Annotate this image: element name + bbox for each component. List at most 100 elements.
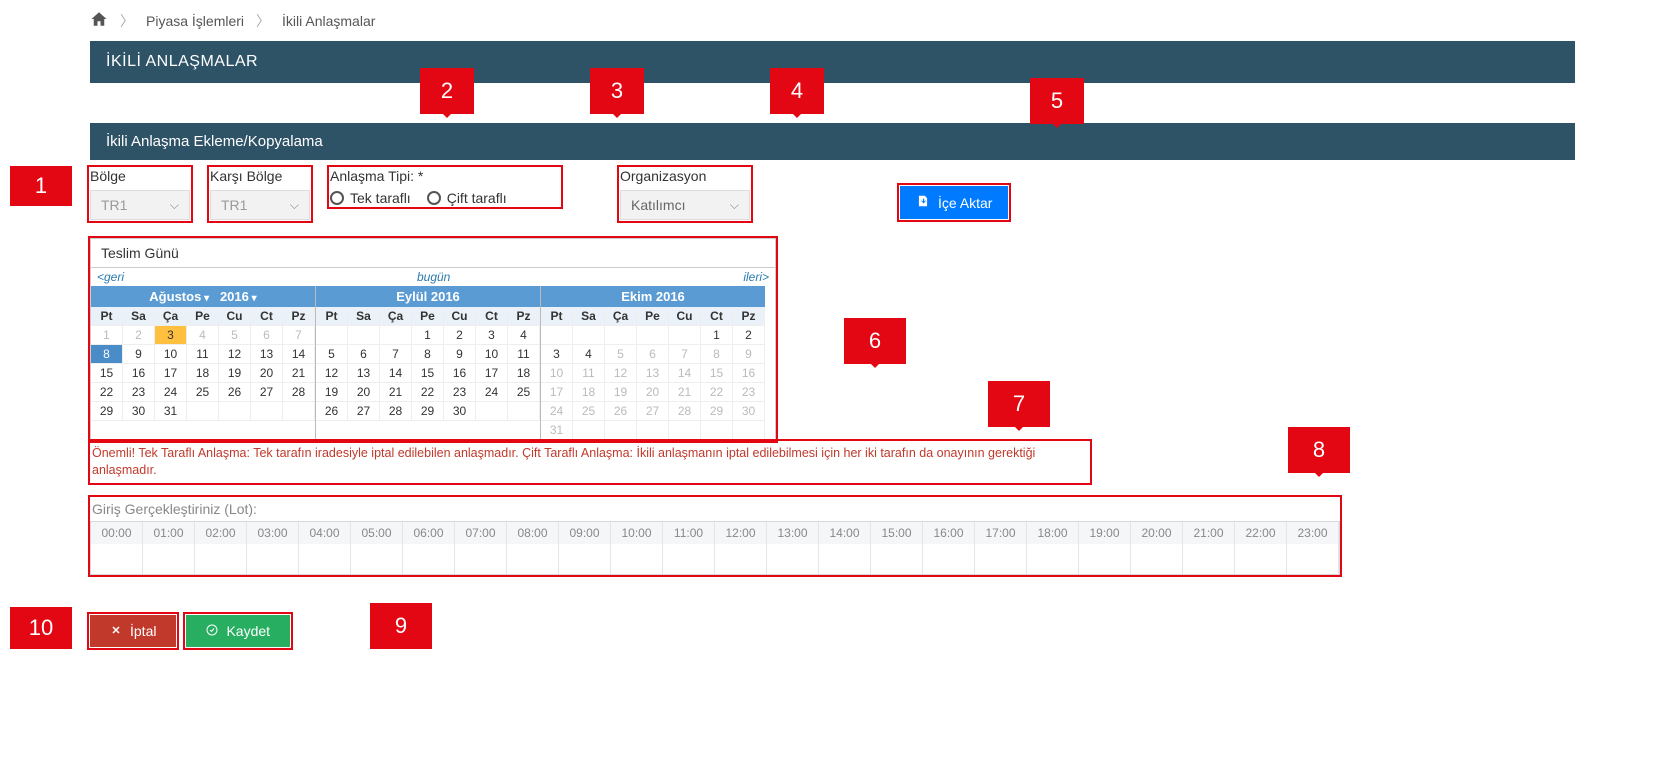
calendar-day[interactable]: 31 — [155, 402, 187, 421]
calendar-day[interactable]: 16 — [733, 364, 765, 383]
calendar-day[interactable]: 5 — [605, 345, 637, 364]
calendar-day[interactable]: 27 — [348, 402, 380, 421]
lot-hour-cell[interactable] — [403, 544, 455, 574]
calendar-day[interactable]: 29 — [91, 402, 123, 421]
calendar-day[interactable]: 24 — [541, 402, 573, 421]
calendar-day[interactable]: 23 — [733, 383, 765, 402]
lot-hour-cell[interactable] — [663, 544, 715, 574]
lot-hour-cell[interactable] — [455, 544, 507, 574]
calendar-day[interactable]: 25 — [508, 383, 540, 402]
calendar-day[interactable]: 21 — [380, 383, 412, 402]
calendar-day[interactable]: 23 — [444, 383, 476, 402]
calendar-day[interactable]: 6 — [251, 326, 283, 345]
calendar-day[interactable]: 22 — [701, 383, 733, 402]
calendar-day[interactable]: 12 — [219, 345, 251, 364]
lot-hour-cell[interactable] — [1235, 544, 1287, 574]
calendar-day[interactable]: 18 — [508, 364, 540, 383]
calendar-day[interactable]: 10 — [541, 364, 573, 383]
lot-hour-cell[interactable] — [1079, 544, 1131, 574]
calendar-day[interactable]: 18 — [187, 364, 219, 383]
calendar-day[interactable]: 13 — [251, 345, 283, 364]
calendar-day[interactable]: 22 — [412, 383, 444, 402]
calendar-day[interactable]: 13 — [637, 364, 669, 383]
calendar-day[interactable]: 4 — [573, 345, 605, 364]
calendar-day[interactable]: 8 — [701, 345, 733, 364]
lot-hour-cell[interactable] — [1183, 544, 1235, 574]
calendar-day[interactable]: 19 — [316, 383, 348, 402]
calendar-day[interactable]: 7 — [669, 345, 701, 364]
calendar-day[interactable]: 2 — [444, 326, 476, 345]
calendar-day[interactable]: 2 — [733, 326, 765, 345]
breadcrumb-item-2[interactable]: İkili Anlaşmalar — [282, 13, 375, 29]
calendar-day[interactable]: 5 — [316, 345, 348, 364]
calendar-day[interactable]: 28 — [669, 402, 701, 421]
calendar-day[interactable]: 11 — [573, 364, 605, 383]
calendar-day[interactable]: 7 — [380, 345, 412, 364]
lot-hour-cell[interactable] — [715, 544, 767, 574]
calendar-day[interactable]: 9 — [123, 345, 155, 364]
radio-double-side[interactable]: Çift taraflı — [427, 190, 507, 206]
calendar-day[interactable]: 20 — [251, 364, 283, 383]
save-button[interactable]: Kaydet — [186, 615, 290, 647]
calendar-day[interactable]: 19 — [605, 383, 637, 402]
calendar-day[interactable]: 31 — [541, 421, 573, 440]
lot-hour-cell[interactable] — [1287, 544, 1339, 574]
calendar-day[interactable]: 30 — [444, 402, 476, 421]
region-dropdown[interactable]: TR1 ⌵ — [90, 190, 190, 220]
lot-hour-cell[interactable] — [91, 544, 143, 574]
calendar-day[interactable]: 24 — [155, 383, 187, 402]
calendar-day[interactable]: 17 — [476, 364, 508, 383]
calendar-day[interactable]: 7 — [283, 326, 315, 345]
calendar-day[interactable]: 10 — [476, 345, 508, 364]
lot-hour-cell[interactable] — [923, 544, 975, 574]
lot-hour-cell[interactable] — [143, 544, 195, 574]
lot-hour-cell[interactable] — [975, 544, 1027, 574]
calendar-today[interactable]: bugün — [417, 270, 450, 284]
breadcrumb-item-1[interactable]: Piyasa İşlemleri — [146, 13, 244, 29]
calendar-day[interactable]: 1 — [91, 326, 123, 345]
calendar-day[interactable]: 11 — [508, 345, 540, 364]
lot-hour-cell[interactable] — [195, 544, 247, 574]
calendar-day[interactable]: 6 — [348, 345, 380, 364]
calendar-day[interactable]: 13 — [348, 364, 380, 383]
calendar-day[interactable]: 25 — [187, 383, 219, 402]
lot-hour-cell[interactable] — [819, 544, 871, 574]
calendar-day[interactable]: 29 — [412, 402, 444, 421]
calendar-day[interactable]: 19 — [219, 364, 251, 383]
calendar-day[interactable]: 30 — [733, 402, 765, 421]
calendar-day[interactable]: 5 — [219, 326, 251, 345]
lot-hour-cell[interactable] — [299, 544, 351, 574]
calendar-day[interactable]: 17 — [155, 364, 187, 383]
counter-region-dropdown[interactable]: TR1 ⌵ — [210, 190, 310, 220]
calendar-day[interactable]: 15 — [701, 364, 733, 383]
lot-hour-cell[interactable] — [351, 544, 403, 574]
calendar-day[interactable]: 20 — [637, 383, 669, 402]
calendar-day[interactable]: 6 — [637, 345, 669, 364]
calendar-day[interactable]: 3 — [476, 326, 508, 345]
calendar-back[interactable]: <geri — [97, 270, 124, 284]
calendar-day[interactable]: 16 — [123, 364, 155, 383]
calendar-day[interactable]: 1 — [701, 326, 733, 345]
calendar-day[interactable]: 14 — [669, 364, 701, 383]
calendar-day[interactable]: 24 — [476, 383, 508, 402]
lot-hour-cell[interactable] — [247, 544, 299, 574]
calendar-day[interactable]: 14 — [283, 345, 315, 364]
calendar-day[interactable]: 17 — [541, 383, 573, 402]
calendar-day[interactable]: 8 — [412, 345, 444, 364]
calendar-day[interactable]: 12 — [605, 364, 637, 383]
calendar-day[interactable]: 26 — [316, 402, 348, 421]
calendar-day[interactable]: 11 — [187, 345, 219, 364]
calendar-day[interactable]: 8 — [91, 345, 123, 364]
radio-single-side[interactable]: Tek taraflı — [330, 190, 411, 206]
calendar-day[interactable]: 1 — [412, 326, 444, 345]
cancel-button[interactable]: İptal — [90, 615, 176, 647]
calendar-day[interactable]: 23 — [123, 383, 155, 402]
lot-hour-cell[interactable] — [611, 544, 663, 574]
calendar-day[interactable]: 27 — [251, 383, 283, 402]
organization-dropdown[interactable]: Katılımcı ⌵ — [620, 190, 750, 220]
calendar-day[interactable]: 21 — [669, 383, 701, 402]
calendar-day[interactable]: 18 — [573, 383, 605, 402]
calendar-day[interactable]: 3 — [155, 326, 187, 345]
calendar-day[interactable]: 25 — [573, 402, 605, 421]
calendar-day[interactable]: 21 — [283, 364, 315, 383]
